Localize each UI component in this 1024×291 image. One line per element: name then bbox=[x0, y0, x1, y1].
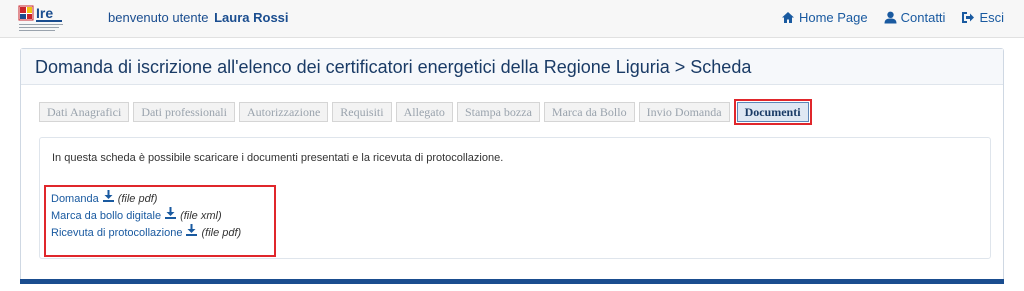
tab-bar: Dati Anagrafici Dati professionali Autor… bbox=[39, 99, 812, 125]
home-page-link[interactable]: Home Page bbox=[781, 10, 868, 25]
file-type-label: (file pdf) bbox=[117, 192, 158, 205]
main-panel: Domanda di iscrizione all'elenco dei cer… bbox=[20, 48, 1004, 284]
page-title: Domanda di iscrizione all'elenco dei cer… bbox=[21, 49, 1003, 85]
user-name: Laura Rossi bbox=[214, 10, 289, 25]
tab-invio-domanda[interactable]: Invio Domanda bbox=[638, 102, 730, 122]
marca-da-bollo-download-link[interactable]: Marca da bollo digitale bbox=[51, 208, 161, 224]
document-item: Domanda (file pdf) bbox=[51, 190, 241, 207]
esci-label: Esci bbox=[979, 10, 1004, 25]
download-icon[interactable] bbox=[165, 207, 177, 224]
user-icon bbox=[884, 11, 897, 24]
document-item: Marca da bollo digitale (file xml) bbox=[51, 207, 241, 224]
download-icon[interactable] bbox=[102, 190, 114, 207]
tab-dati-professionali[interactable]: Dati professionali bbox=[133, 102, 235, 122]
document-item: Ricevuta di protocollazione (file pdf) bbox=[51, 224, 241, 241]
home-icon bbox=[781, 11, 795, 24]
documents-list: Domanda (file pdf) Marca da bollo digita… bbox=[51, 190, 241, 241]
panel-bottom-bar bbox=[20, 279, 1004, 284]
logout-icon bbox=[961, 11, 975, 24]
top-bar: Ire benvenuto utente Laura Rossi Home Pa… bbox=[0, 0, 1024, 38]
tab-documenti-highlight: Documenti bbox=[733, 99, 812, 125]
ire-logo[interactable]: Ire bbox=[18, 5, 80, 35]
ricevuta-download-link[interactable]: Ricevuta di protocollazione bbox=[51, 225, 182, 241]
tab-dati-anagrafici[interactable]: Dati Anagrafici bbox=[39, 102, 130, 122]
logo-text: Ire bbox=[36, 5, 53, 21]
documents-section: In questa scheda è possibile scaricare i… bbox=[39, 137, 991, 259]
welcome-text: benvenuto utente bbox=[108, 10, 209, 25]
file-type-label: (file xml) bbox=[180, 209, 222, 222]
tab-documenti[interactable]: Documenti bbox=[736, 102, 809, 122]
top-navigation: Home Page Contatti Esci bbox=[781, 10, 1004, 25]
domanda-download-link[interactable]: Domanda bbox=[51, 191, 99, 207]
tab-marca-da-bollo[interactable]: Marca da Bollo bbox=[543, 102, 635, 122]
tab-autorizzazione[interactable]: Autorizzazione bbox=[238, 102, 329, 122]
tab-requisiti[interactable]: Requisiti bbox=[332, 102, 392, 122]
contatti-link[interactable]: Contatti bbox=[884, 10, 946, 25]
download-icon[interactable] bbox=[186, 224, 198, 241]
section-intro: In questa scheda è possibile scaricare i… bbox=[52, 152, 504, 164]
home-page-label: Home Page bbox=[798, 10, 868, 25]
file-type-label: (file pdf) bbox=[201, 226, 242, 239]
esci-link[interactable]: Esci bbox=[961, 10, 1004, 25]
tab-stampa-bozza[interactable]: Stampa bozza bbox=[456, 102, 540, 122]
welcome-message: benvenuto utente Laura Rossi bbox=[108, 10, 289, 25]
tab-allegato[interactable]: Allegato bbox=[395, 102, 453, 122]
contatti-label: Contatti bbox=[900, 10, 946, 25]
